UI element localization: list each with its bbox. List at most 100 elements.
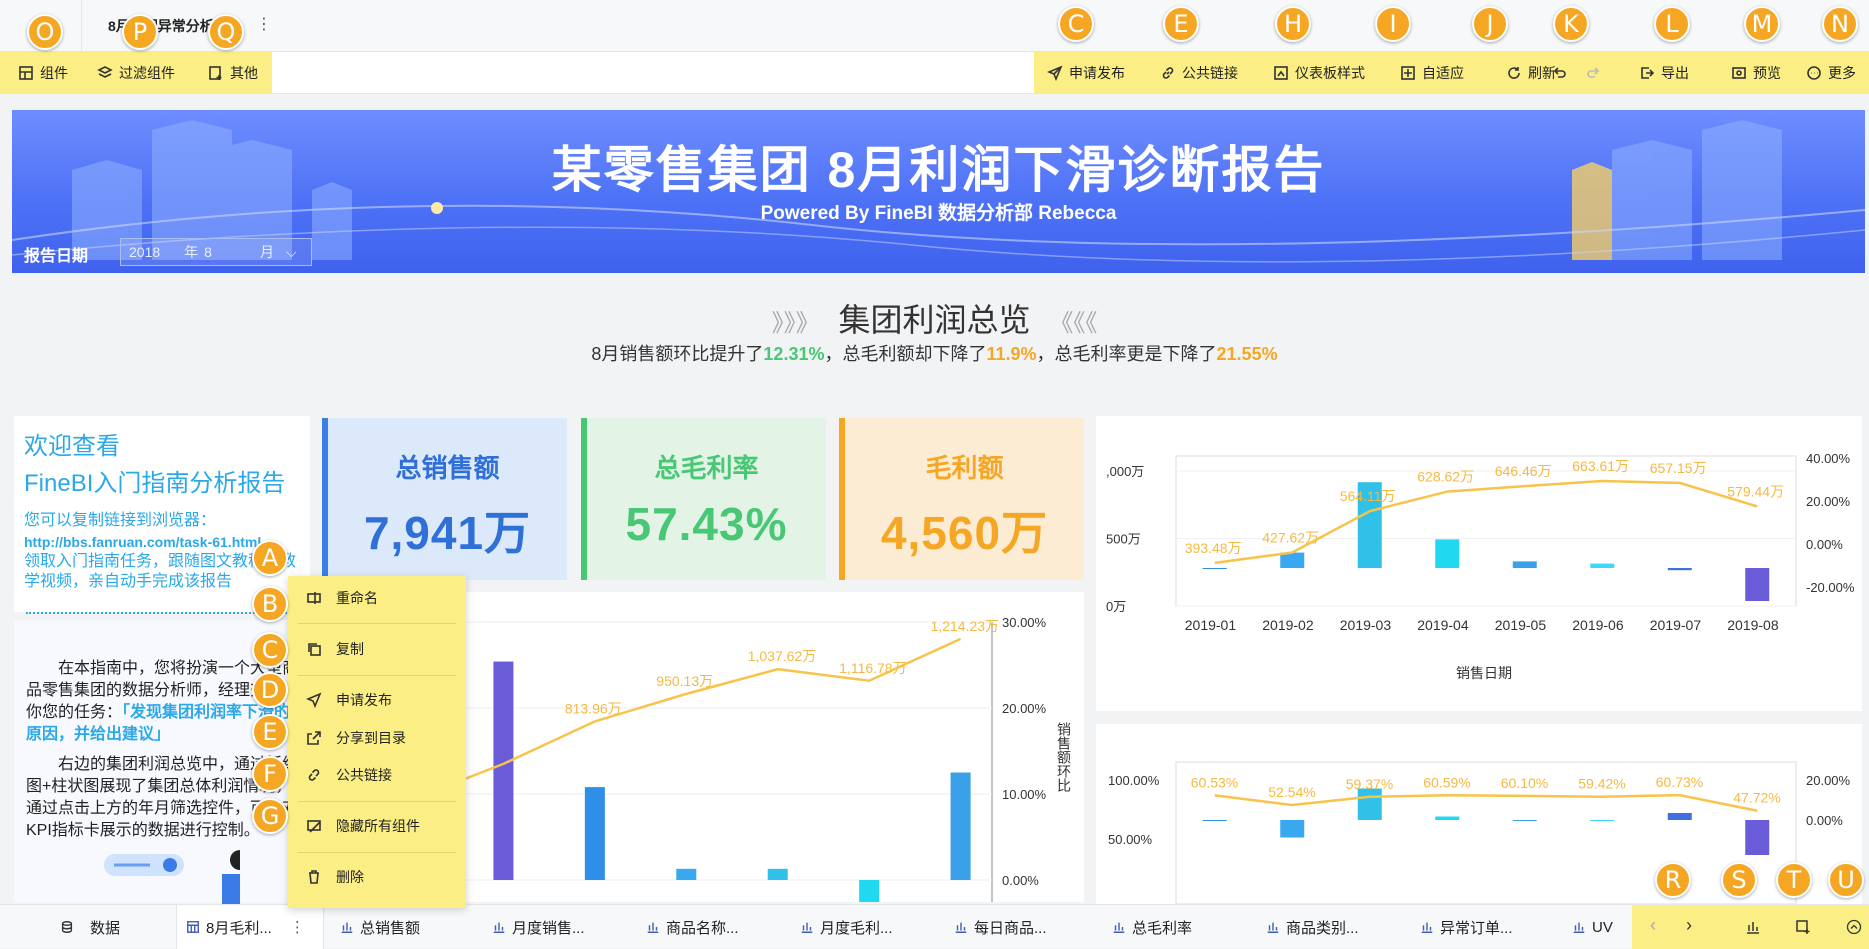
callout-n: N: [1822, 6, 1858, 42]
callout-o: O: [27, 14, 63, 50]
menu-divider: [298, 852, 456, 853]
chevron-right-icon[interactable]: ›: [1686, 915, 1692, 936]
banner-title: 某零售集团 8月利润下滑诊断报告: [551, 142, 1326, 198]
data-label: 1,037.62万: [748, 648, 817, 664]
date-picker[interactable]: 2018 年 8 月 ⌵: [120, 238, 312, 266]
preview-icon: [1732, 67, 1746, 79]
callout-e-toolbar: E: [1163, 6, 1199, 42]
menu-label-share: 分享到目录: [336, 730, 406, 746]
menu-item-delete[interactable]: 删除: [288, 860, 466, 894]
kpi-card-sales[interactable]: 总销售额 7,941万: [322, 418, 567, 580]
tab-dashboard-active[interactable]: 8月毛利... ⋮: [186, 905, 305, 949]
tab-component-2[interactable]: 月度销售...: [492, 905, 585, 949]
bar: [1280, 820, 1305, 838]
adapt-icon: [1401, 66, 1415, 80]
callout-f: F: [252, 756, 288, 792]
summary-text-2: ，总毛利额却下降了: [824, 344, 987, 364]
more-button[interactable]: 更多: [1806, 52, 1856, 94]
adaptive-button[interactable]: 自适应: [1400, 52, 1464, 94]
context-menu: 重命名 复制 申请发布 分享到目录 公共链接 隐藏所有组件 删除: [288, 576, 466, 908]
callout-l: L: [1654, 6, 1690, 42]
link-icon: [1162, 67, 1174, 79]
add-dashboard-icon[interactable]: [1794, 919, 1812, 935]
kpi-card-margin-rate[interactable]: 总毛利率 57.43%: [581, 418, 826, 580]
welcome-line1: 欢迎查看: [24, 433, 120, 460]
other-add-icon: [209, 66, 222, 80]
more-icon: [1807, 66, 1821, 80]
menu-item-public-link[interactable]: 公共链接: [288, 758, 466, 792]
more-vert-icon[interactable]: ⋮: [256, 14, 272, 34]
tab-label-9: UV: [1592, 918, 1613, 936]
hide-icon: [307, 820, 321, 833]
summary-text-1: 8月销售额环比提升了: [591, 344, 764, 364]
report-date-label: 报告日期: [24, 248, 89, 265]
undo-button[interactable]: [1549, 52, 1568, 94]
tab-label-5: 每日商品...: [974, 919, 1047, 937]
assistant-illustration: [104, 850, 240, 904]
welcome-card: 欢迎查看 FineBI入门指南分析报告 您可以复制链接到浏览器： http://…: [14, 416, 310, 612]
data-label: 813.96万: [565, 700, 622, 716]
tab-component-3[interactable]: 商品名称...: [646, 905, 739, 949]
menu-item-rename[interactable]: 重命名: [288, 581, 466, 615]
dashboard-style-button[interactable]: 仪表板样式: [1273, 52, 1365, 94]
other-button[interactable]: 其他: [208, 52, 258, 94]
welcome-line2: FineBI入门指南分析报告: [24, 470, 286, 497]
bar: [676, 868, 697, 880]
data-label: 60.10%: [1501, 775, 1548, 791]
data-label: 646.46万: [1495, 463, 1552, 479]
redo-icon: [1587, 67, 1600, 78]
menu-item-hide-all[interactable]: 隐藏所有组件: [288, 809, 466, 843]
bar: [950, 772, 971, 880]
tab-component-4[interactable]: 月度毛利...: [800, 905, 893, 949]
add-component-icon[interactable]: [1744, 919, 1762, 935]
tab-component-1[interactable]: 总销售额: [340, 905, 420, 949]
top-right-chart-card[interactable]: ,000万 500万 0万 40.00% 20.00% 0.00% -20.00% 2019-…: [1096, 416, 1862, 711]
data-label: 1,214.23万: [931, 618, 1000, 634]
callout-m: M: [1744, 6, 1780, 42]
menu-item-share[interactable]: 分享到目录: [288, 721, 466, 755]
menu-label-copy: 复制: [336, 641, 364, 657]
tab-component-8[interactable]: 异常订单...: [1420, 905, 1513, 949]
x-tick-label: 2019-03: [1340, 617, 1392, 633]
send-icon: [306, 692, 322, 708]
tab-data[interactable]: 数据: [60, 905, 120, 949]
redo-button[interactable]: [1585, 52, 1601, 94]
data-label: 1,116.78万: [839, 660, 906, 676]
right-tick-label: 0.00%: [1002, 873, 1039, 888]
public-link-button[interactable]: 公共链接: [1160, 52, 1238, 94]
tab-component-6[interactable]: 总毛利率: [1112, 905, 1192, 949]
public-link-label: 公共链接: [1182, 65, 1238, 81]
bar: [584, 787, 605, 880]
bar: [1667, 568, 1692, 571]
chevron-left-icon[interactable]: ‹: [1650, 915, 1656, 936]
right-axis-label: 销售额环比: [1056, 722, 1072, 792]
tab-component-7[interactable]: 商品类别...: [1266, 905, 1359, 949]
x-axis-label: 销售日期: [1456, 665, 1512, 681]
kpi-value-profit: 4,560万: [880, 507, 1049, 559]
tab-more-vert-icon[interactable]: ⋮: [290, 918, 305, 936]
collapse-up-icon[interactable]: [1846, 919, 1862, 935]
bar: [1590, 820, 1615, 821]
tab-label-3: 商品名称...: [666, 919, 739, 937]
filter-component-button[interactable]: 过滤组件: [97, 52, 175, 94]
tab-component-9[interactable]: UV: [1572, 905, 1613, 949]
apply-publish-button[interactable]: 申请发布: [1047, 52, 1125, 94]
callout-d: D: [252, 672, 288, 708]
kpi-card-profit[interactable]: 毛利额 4,560万: [839, 418, 1084, 580]
tab-component-5[interactable]: 每日商品...: [954, 905, 1047, 949]
preview-button[interactable]: 预览: [1731, 52, 1781, 94]
callout-r: R: [1655, 862, 1691, 898]
component-button[interactable]: 组件: [18, 52, 68, 94]
callout-t: T: [1776, 862, 1812, 898]
component-icon: [19, 66, 33, 80]
menu-item-copy[interactable]: 复制: [288, 632, 466, 666]
data-label: 59.37%: [1346, 776, 1393, 792]
export-button[interactable]: 导出: [1639, 52, 1689, 94]
tab-label-8: 异常订单...: [1440, 919, 1513, 937]
left-tick-label: 50.00%: [1108, 832, 1153, 847]
menu-item-publish[interactable]: 申请发布: [288, 683, 466, 717]
data-label: 52.54%: [1268, 784, 1315, 800]
left-tick-label: 500万: [1106, 532, 1141, 547]
bar: [1435, 539, 1460, 568]
left-decoration: 》》》: [771, 310, 820, 337]
